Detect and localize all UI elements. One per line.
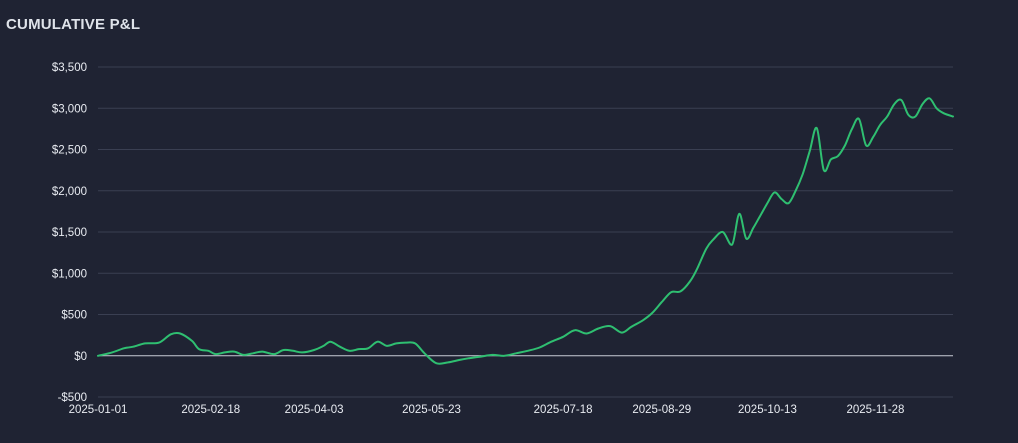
y-tick-label: $3,500 (52, 62, 87, 74)
x-axis-ticks: 2025-01-01 2025-02-18 2025-04-03 2025-05-23… (69, 404, 905, 416)
x-tick-label: 2025-08-29 (632, 404, 691, 416)
x-tick-label: 2025-02-18 (181, 404, 240, 416)
y-tick-label: -$500 (58, 392, 87, 404)
x-tick-label: 2025-04-03 (285, 404, 344, 416)
y-tick-label: $2,500 (52, 145, 87, 157)
y-tick-label: $1,000 (52, 268, 87, 280)
x-tick-label: 2025-11-28 (846, 404, 904, 416)
x-tick-label: 2025-07-18 (534, 404, 593, 416)
cumulative-pnl-chart: -$500 $0 $500 $1,000 $1,500 $2,000 $2,500 $3,00… (52, 62, 954, 416)
pnl-chart-panel: CUMULATIVE P&L -$500 $0 $500 $1,000 $1,500 $2… (0, 0, 1018, 443)
pnl-series-line (97, 97, 954, 365)
y-tick-label: $3,000 (52, 103, 87, 115)
x-tick-label: 2025-01-01 (69, 404, 128, 416)
x-tick-label: 2025-05-23 (402, 404, 461, 416)
y-tick-label: $2,000 (52, 186, 87, 198)
y-tick-label: $0 (74, 351, 87, 363)
y-tick-label: $500 (61, 310, 87, 322)
y-tick-label: $1,500 (52, 227, 87, 239)
y-axis-ticks: -$500 $0 $500 $1,000 $1,500 $2,000 $2,500 $3,00… (52, 62, 87, 404)
grid-lines (98, 66, 953, 398)
x-tick-label: 2025-10-13 (738, 404, 797, 416)
